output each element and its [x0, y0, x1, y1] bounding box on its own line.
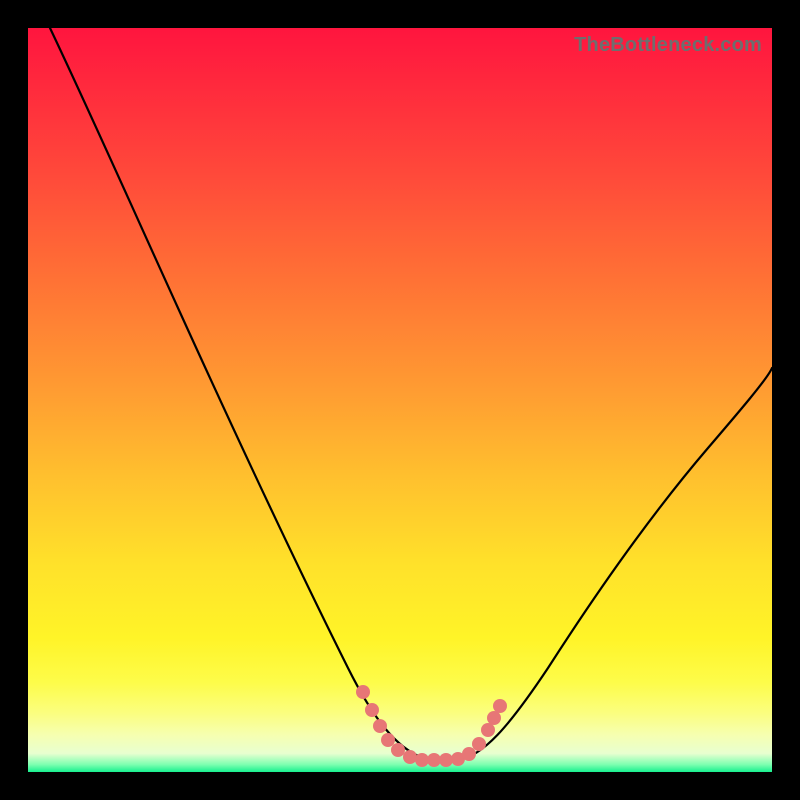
marker-dot: [356, 685, 370, 699]
marker-dot: [373, 719, 387, 733]
marker-dot: [365, 703, 379, 717]
marker-dot: [403, 750, 417, 764]
bottleneck-curve-path: [50, 28, 772, 760]
marker-dot: [391, 743, 405, 757]
marker-dot: [481, 723, 495, 737]
marker-dot: [462, 747, 476, 761]
plot-area: TheBottleneck.com: [28, 28, 772, 772]
marker-dot: [439, 753, 453, 767]
marker-group: [356, 685, 507, 767]
marker-dot: [487, 711, 501, 725]
marker-dot: [415, 753, 429, 767]
marker-dot: [427, 753, 441, 767]
marker-dot: [472, 737, 486, 751]
bottleneck-chart: [28, 28, 772, 772]
marker-dot: [381, 733, 395, 747]
chart-frame: TheBottleneck.com: [0, 0, 800, 800]
marker-dot: [493, 699, 507, 713]
